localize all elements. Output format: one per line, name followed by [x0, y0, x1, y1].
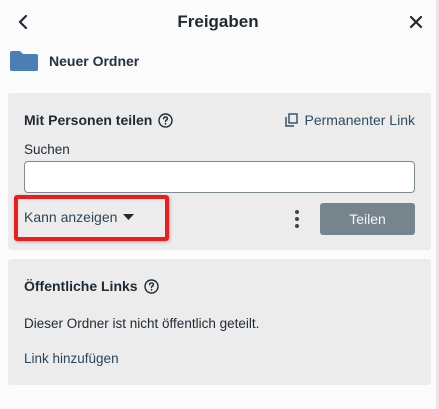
- folder-name: Neuer Ordner: [49, 53, 140, 69]
- close-button[interactable]: [406, 12, 426, 32]
- share-section-title: Mit Personen teilen: [24, 112, 153, 128]
- close-icon: [409, 15, 423, 29]
- share-with-people-card: Mit Personen teilen Permanenter Link Suc…: [8, 93, 431, 250]
- copy-icon: [285, 113, 299, 127]
- public-section-heading: Öffentliche Links: [24, 278, 159, 294]
- dialog-title: Freigaben: [177, 12, 259, 31]
- public-status-text: Dieser Ordner ist nicht öffentlich getei…: [24, 316, 260, 331]
- folder-icon: [10, 51, 38, 71]
- permission-dropdown-label: Kann anzeigen: [24, 209, 118, 225]
- help-icon[interactable]: [158, 112, 174, 128]
- more-options-button[interactable]: [290, 208, 304, 230]
- caret-down-icon: [123, 214, 135, 220]
- public-links-card: Öffentliche Links Dieser Ordner ist nich…: [8, 259, 431, 385]
- search-input[interactable]: [24, 161, 415, 193]
- help-icon[interactable]: [143, 278, 159, 294]
- public-section-title: Öffentliche Links: [24, 278, 138, 294]
- permission-dropdown[interactable]: Kann anzeigen: [24, 209, 135, 225]
- add-link-button[interactable]: Link hinzufügen: [24, 351, 119, 366]
- folder-info: Neuer Ordner: [9, 49, 139, 73]
- permanent-link-label: Permanenter Link: [304, 112, 415, 128]
- share-button[interactable]: Teilen: [320, 203, 415, 235]
- share-section-heading: Mit Personen teilen: [24, 112, 174, 128]
- more-vertical-icon: [295, 210, 299, 214]
- dialog-header: Freigaben: [0, 0, 436, 44]
- search-label: Suchen: [24, 142, 70, 157]
- permanent-link-button[interactable]: Permanenter Link: [285, 112, 415, 128]
